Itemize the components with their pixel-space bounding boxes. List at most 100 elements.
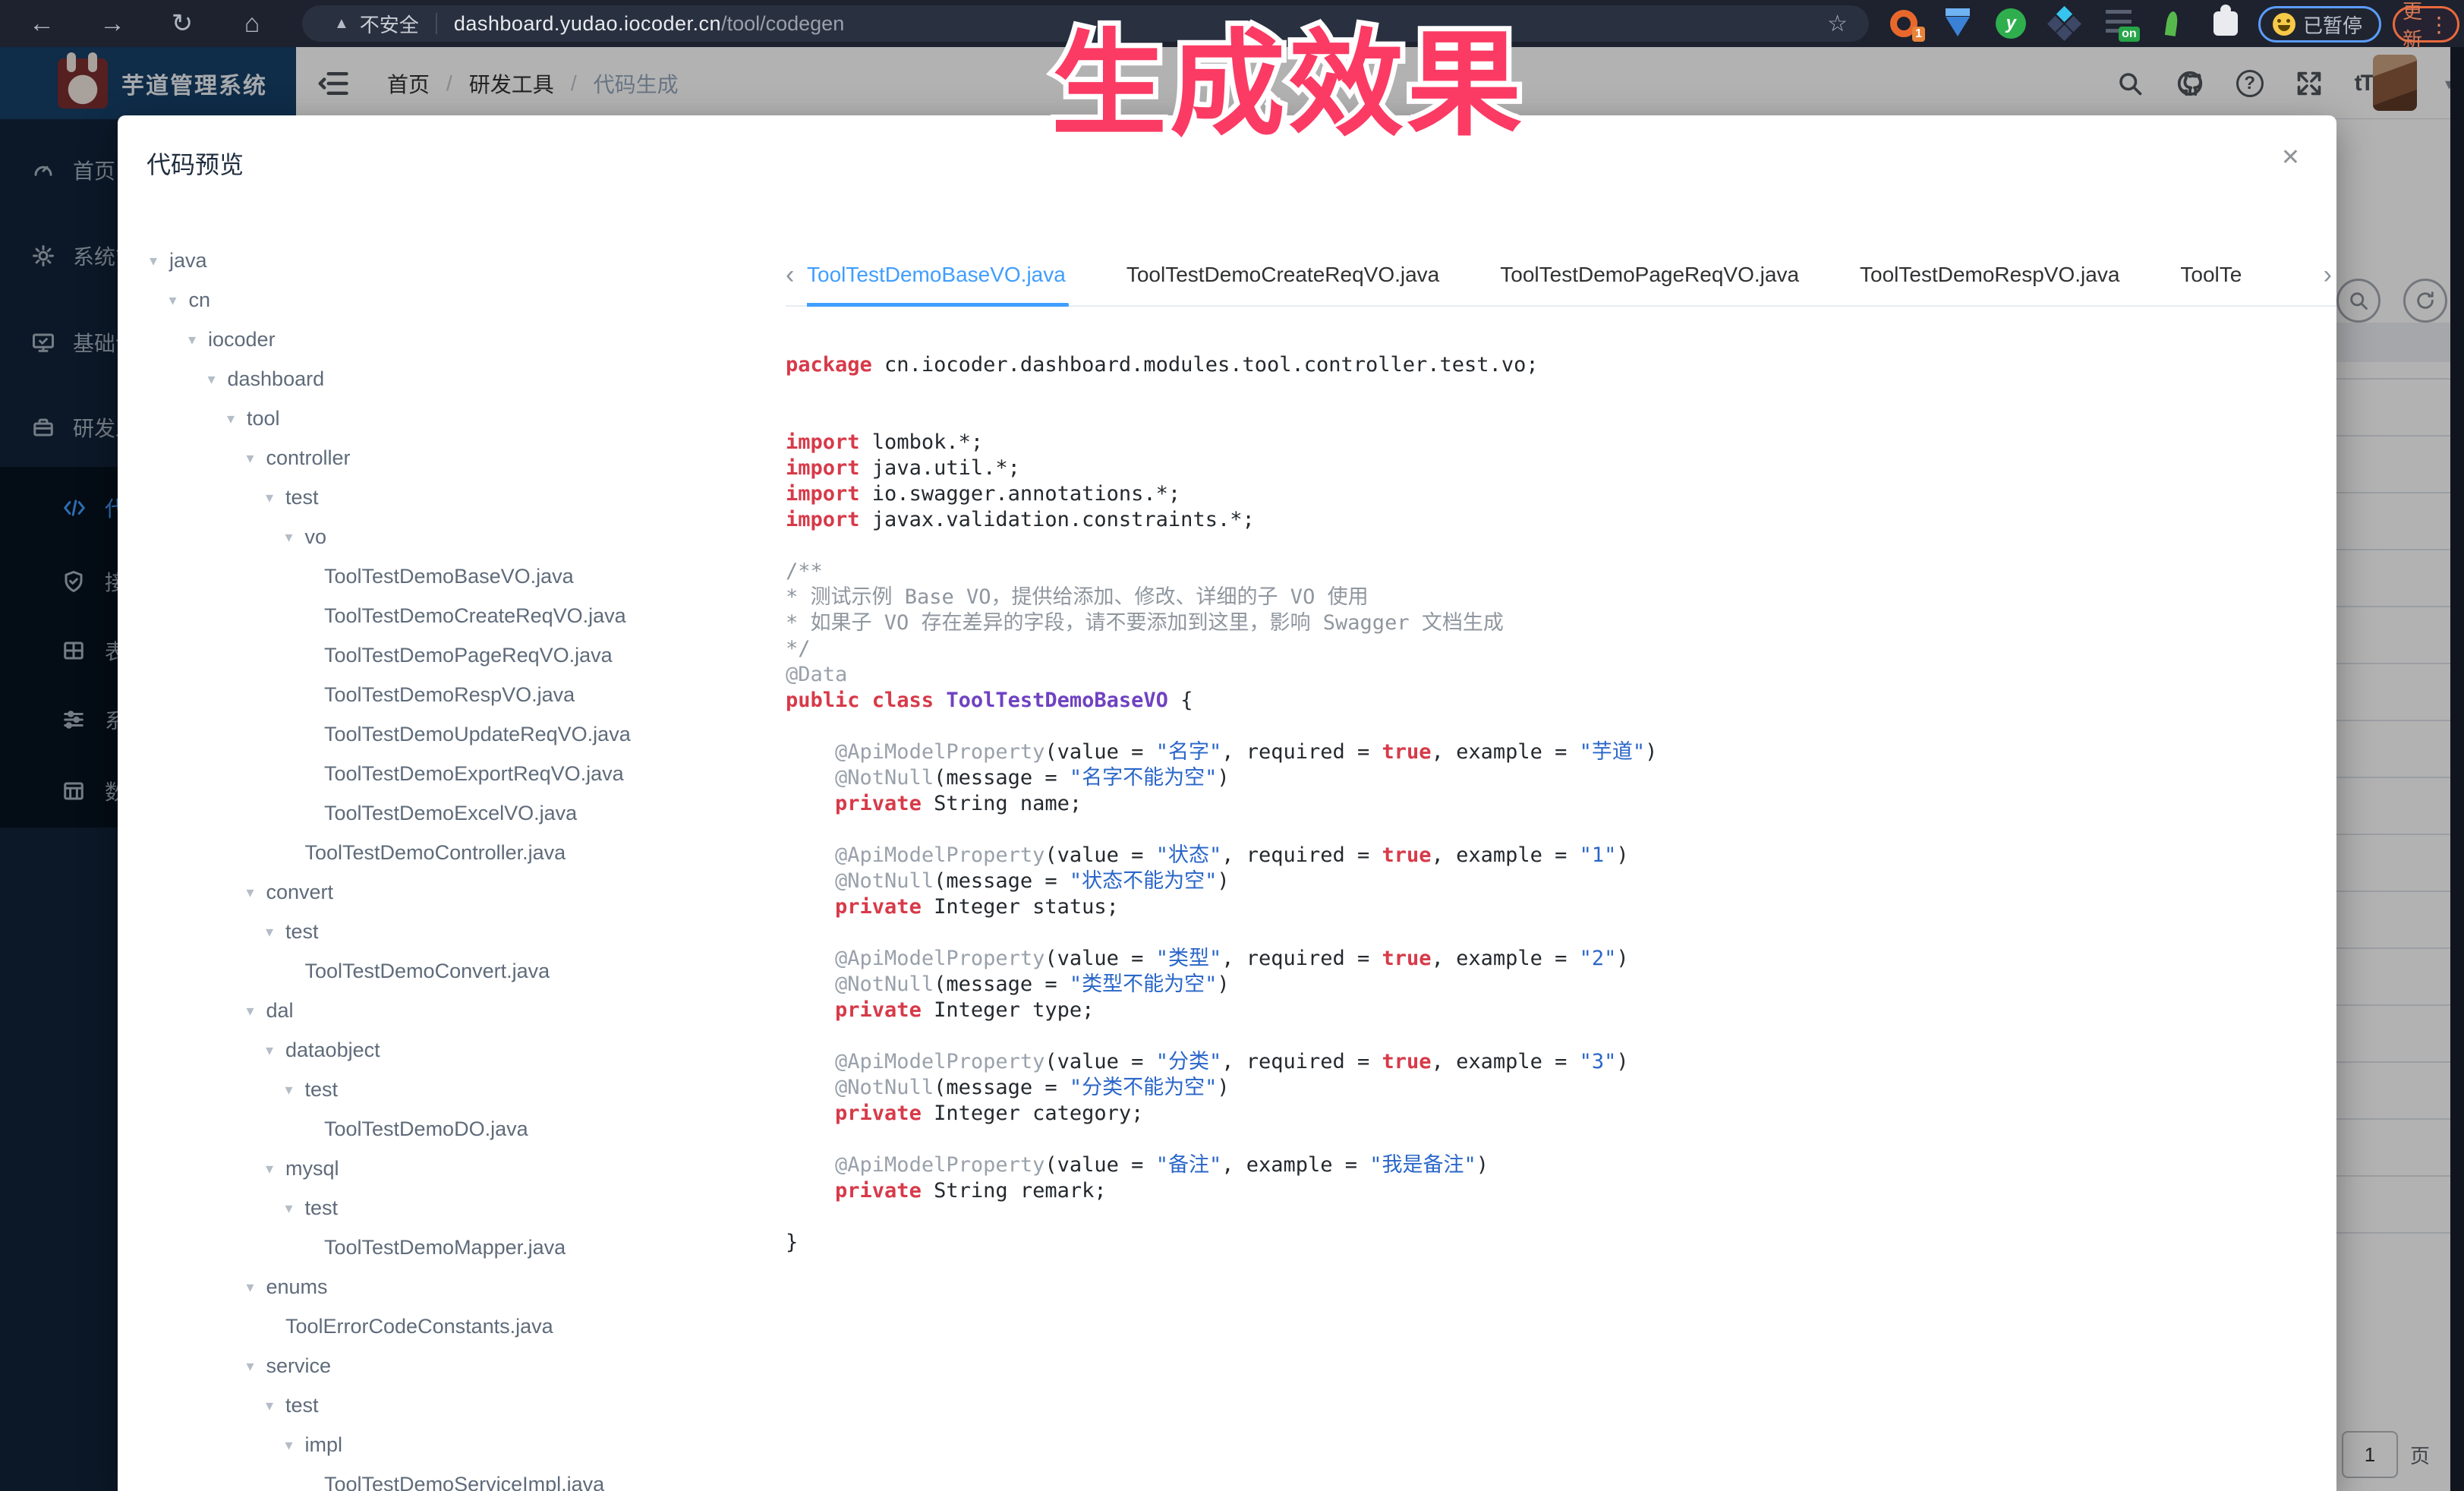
update-button[interactable]: 更新 ⋮ [2393, 6, 2459, 43]
green-y-icon[interactable]: y [1994, 7, 2028, 40]
tree-file[interactable]: ToolTestDemoExportReqVO.java [118, 754, 784, 793]
puzzle-icon[interactable] [2209, 7, 2242, 40]
code-line: } [786, 1230, 2334, 1256]
code-line: private Integer type; [786, 998, 2334, 1023]
tree-folder[interactable]: ▾iocoder [118, 320, 784, 359]
tree-caret-icon[interactable]: ▾ [247, 1001, 266, 1020]
tree-node-label: ToolTestDemoMapper.java [324, 1236, 566, 1259]
tree-node-label: ToolTestDemoServiceImpl.java [324, 1473, 604, 1491]
tree-folder[interactable]: ▾tool [118, 399, 784, 438]
tab-file-2[interactable]: ToolTestDemoPageReqVO.java [1500, 244, 1799, 305]
tree-caret-icon[interactable]: ▾ [266, 488, 285, 507]
tree-folder[interactable]: ▾dashboard [118, 359, 784, 399]
tree-caret-icon[interactable]: ▾ [150, 251, 169, 270]
code-line: private Integer category; [786, 1101, 2334, 1127]
tree-file[interactable]: ToolTestDemoServiceImpl.java [118, 1464, 784, 1491]
code-line: @NotNull(message = "名字不能为空") [786, 765, 2334, 791]
code-line: * 测试示例 Base VO，提供给添加、修改、详细的子 VO 使用 [786, 585, 2334, 610]
tree-caret-icon[interactable]: ▾ [247, 883, 266, 902]
list-icon[interactable]: on [2102, 7, 2135, 40]
code-viewer: package cn.iocoder.dashboard.modules.too… [786, 352, 2334, 1256]
tree-folder[interactable]: ▾test [118, 478, 784, 517]
tree-node-label: impl [305, 1433, 343, 1457]
tree-caret-icon[interactable]: ▾ [208, 370, 228, 389]
tree-file[interactable]: ToolTestDemoRespVO.java [118, 675, 784, 714]
tree-caret-icon[interactable]: ▾ [266, 1041, 285, 1060]
tree-folder[interactable]: ▾mysql [118, 1149, 784, 1188]
tree-folder[interactable]: ▾convert [118, 872, 784, 912]
tree-folder[interactable]: ▾service [118, 1346, 784, 1385]
not-secure-label[interactable]: 不安全 [360, 10, 419, 38]
gem-icon[interactable] [1941, 7, 1974, 40]
sprout-icon[interactable] [2155, 7, 2188, 40]
tabs-scroll-left-icon[interactable]: ‹ [786, 244, 794, 305]
tree-file[interactable]: ToolTestDemoUpdateReqVO.java [118, 714, 784, 754]
tabs-scroll-right-icon[interactable]: › [2324, 244, 2332, 305]
tree-folder[interactable]: ▾enums [118, 1267, 784, 1307]
code-line [786, 533, 2334, 559]
tree-file[interactable]: ToolTestDemoMapper.java [118, 1228, 784, 1267]
tab-file-4[interactable]: ToolTe [2180, 244, 2242, 305]
tree-folder[interactable]: ▾test [118, 1070, 784, 1109]
tree-folder[interactable]: ▾test [118, 912, 784, 951]
tree-caret-icon[interactable]: ▾ [285, 528, 305, 547]
code-line [786, 404, 2334, 430]
ublock-icon[interactable]: 1 [1887, 7, 1920, 40]
paused-extension-pill[interactable]: 已暂停 [2258, 6, 2381, 43]
tree-node-label: test [305, 1196, 339, 1220]
tree-folder[interactable]: ▾vo [118, 517, 784, 556]
bookmark-star-icon[interactable]: ☆ [1827, 5, 1848, 42]
tree-node-label: ToolTestDemoPageReqVO.java [324, 644, 613, 667]
tree-caret-icon[interactable]: ▾ [247, 1278, 266, 1297]
tree-folder[interactable]: ▾dataobject [118, 1030, 784, 1070]
tree-caret-icon[interactable]: ▾ [266, 1159, 285, 1178]
diamond-grid-icon[interactable] [2048, 7, 2081, 40]
tree-folder[interactable]: ▾controller [118, 438, 784, 478]
tree-caret-icon[interactable]: ▾ [285, 1436, 305, 1455]
scrollbar[interactable] [2450, 47, 2464, 1491]
tree-caret-icon[interactable]: ▾ [227, 409, 247, 428]
tree-node-label: test [305, 1078, 339, 1102]
home-icon[interactable]: ⌂ [228, 0, 276, 47]
tree-folder[interactable]: ▾dal [118, 991, 784, 1030]
url-path[interactable]: /tool/codegen [721, 12, 844, 36]
tree-caret-icon[interactable]: ▾ [247, 449, 266, 468]
code-line [786, 817, 2334, 843]
reload-icon[interactable]: ↻ [159, 0, 206, 47]
tree-file[interactable]: ToolTestDemoCreateReqVO.java [118, 596, 784, 635]
tree-file[interactable]: ToolTestDemoDO.java [118, 1109, 784, 1149]
tree-caret-icon[interactable]: ▾ [188, 330, 208, 349]
tree-caret-icon[interactable]: ▾ [266, 922, 285, 941]
tree-folder[interactable]: ▾test [118, 1188, 784, 1228]
back-icon[interactable]: ← [18, 0, 65, 47]
tree-folder[interactable]: ▾test [118, 1385, 784, 1425]
code-line: @ApiModelProperty(value = "备注", example … [786, 1152, 2334, 1178]
tree-file[interactable]: ToolErrorCodeConstants.java [118, 1307, 784, 1346]
forward-icon[interactable]: → [89, 0, 136, 47]
tree-node-label: dashboard [228, 367, 325, 391]
extension-badge: on [2119, 27, 2140, 42]
tree-folder[interactable]: ▾impl [118, 1425, 784, 1464]
tree-file[interactable]: ToolTestDemoController.java [118, 833, 784, 872]
tree-file[interactable]: ToolTestDemoConvert.java [118, 951, 784, 991]
tree-caret-icon[interactable]: ▾ [266, 1396, 285, 1415]
url-host[interactable]: dashboard.yudao.iocoder.cn [454, 12, 721, 36]
tab-file-1[interactable]: ToolTestDemoCreateReqVO.java [1126, 244, 1439, 305]
tree-node-label: mysql [285, 1157, 339, 1181]
tree-folder[interactable]: ▾cn [118, 280, 784, 320]
tree-folder[interactable]: ▾java [118, 241, 784, 280]
tree-caret-icon[interactable]: ▾ [247, 1357, 266, 1376]
kebab-menu-icon[interactable]: ⋮ [2428, 12, 2450, 37]
emoji-face-icon [2273, 13, 2295, 36]
close-icon[interactable]: ✕ [2281, 144, 2300, 171]
tree-node-label: cn [189, 288, 211, 312]
tree-caret-icon[interactable]: ▾ [285, 1080, 305, 1099]
tree-file[interactable]: ToolTestDemoPageReqVO.java [118, 635, 784, 675]
code-line [786, 1023, 2334, 1049]
tab-file-0[interactable]: ToolTestDemoBaseVO.java [807, 244, 1066, 305]
tree-caret-icon[interactable]: ▾ [285, 1199, 305, 1218]
tree-file[interactable]: ToolTestDemoExcelVO.java [118, 793, 784, 833]
tree-file[interactable]: ToolTestDemoBaseVO.java [118, 556, 784, 596]
tab-file-3[interactable]: ToolTestDemoRespVO.java [1860, 244, 2119, 305]
tree-caret-icon[interactable]: ▾ [169, 291, 189, 310]
